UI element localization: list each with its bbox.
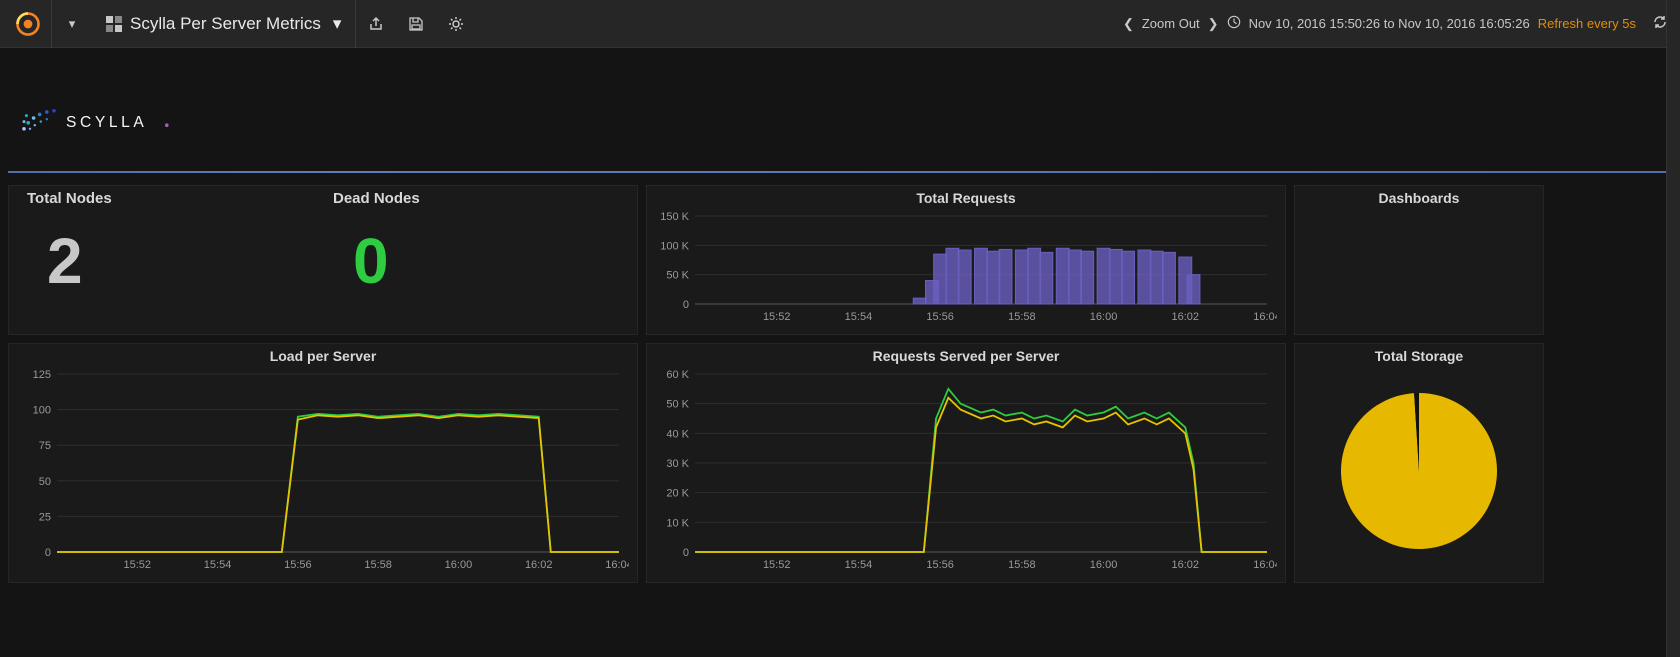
panel-title: Total Requests [655,190,1277,206]
svg-text:16:04: 16:04 [605,559,629,571]
svg-text:15:56: 15:56 [926,311,954,323]
panel-title: Requests Served per Server [655,348,1277,364]
svg-text:15:52: 15:52 [763,559,791,571]
svg-text:50: 50 [39,476,51,488]
svg-text:20 K: 20 K [666,488,689,500]
grafana-logo-button[interactable] [4,0,52,48]
scylla-logo: SCYLLA [12,80,192,150]
dashboard-title: Scylla Per Server Metrics [130,14,321,34]
svg-text:15:52: 15:52 [124,559,152,571]
vertical-scrollbar[interactable] [1666,0,1680,657]
dashboard-picker[interactable]: Scylla Per Server Metrics ▾ [92,0,356,48]
dashboard-body: SCYLLA Total Nodes 2 Dead Nodes 0 Total … [0,48,1680,599]
svg-text:30 K: 30 K [666,458,689,470]
svg-text:50 K: 50 K [666,399,689,411]
svg-text:16:04: 16:04 [1253,311,1277,323]
svg-text:25: 25 [39,511,51,523]
panel-title: Dashboards [1303,190,1535,206]
svg-text:15:54: 15:54 [845,311,873,323]
panel-load-per-server[interactable]: Load per Server 0 25 50 75 100 125 15:52 15:54 1… [8,343,638,583]
requests-served-chart[interactable]: 0 10 K 20 K 30 K 40 K 50 K 60 K 15:52 15:54 15:56… [655,368,1277,574]
save-icon [408,16,424,32]
svg-text:16:04: 16:04 [1253,559,1277,571]
refresh-interval-picker[interactable]: Refresh every 5s [1538,16,1636,31]
divider [8,171,1672,173]
zoom-out-button[interactable]: Zoom Out [1142,16,1200,31]
svg-text:100 K: 100 K [660,240,689,252]
time-forward-button[interactable]: ❯ [1208,16,1219,32]
svg-text:0: 0 [683,299,689,311]
load-per-server-chart[interactable]: 0 25 50 75 100 125 15:52 15:54 15:56 15:58 16:00 16… [17,368,629,574]
svg-text:50 K: 50 K [666,270,689,282]
dead-nodes-label: Dead Nodes [333,190,420,207]
chevron-down-icon: ▾ [333,14,342,34]
svg-text:10 K: 10 K [666,517,689,529]
brand-caret[interactable]: ▾ [52,0,92,48]
svg-text:125: 125 [33,369,51,381]
time-range-picker[interactable]: Nov 10, 2016 15:50:26 to Nov 10, 2016 16… [1249,16,1530,31]
panel-total-requests[interactable]: Total Requests 0 50 K 100 K 150 K 15:52 15:54… [646,185,1286,335]
svg-text:40 K: 40 K [666,428,689,440]
svg-text:150 K: 150 K [660,211,689,223]
svg-text:16:02: 16:02 [1172,311,1200,323]
panel-title: Total Storage [1303,348,1535,364]
svg-text:15:58: 15:58 [1008,559,1036,571]
svg-text:16:00: 16:00 [1090,311,1118,323]
svg-text:100: 100 [33,405,51,417]
svg-text:15:54: 15:54 [845,559,873,571]
svg-text:16:02: 16:02 [525,559,553,571]
share-icon [368,16,384,32]
svg-text:75: 75 [39,440,51,452]
dashboard-icon [106,16,122,32]
dead-nodes-value: 0 [353,229,389,293]
svg-text:0: 0 [683,547,689,559]
total-requests-chart[interactable]: 0 50 K 100 K 150 K 15:52 15:54 15:56 15:58 16:00… [655,210,1277,326]
panel-total-storage[interactable]: Total Storage [1294,343,1544,583]
gear-icon [448,16,464,32]
svg-text:15:56: 15:56 [926,559,954,571]
total-storage-pie[interactable] [1334,386,1504,556]
time-back-button[interactable]: ❮ [1123,16,1134,32]
total-nodes-value: 2 [47,229,83,293]
top-nav: ▾ Scylla Per Server Metrics ▾ ❮ Zoom Out… [0,0,1680,48]
panel-requests-served[interactable]: Requests Served per Server 0 10 K 20 K 30 K… [646,343,1286,583]
scylla-logo-row: SCYLLA [8,56,1672,167]
save-button[interactable] [396,0,436,48]
panel-node-stats: Total Nodes 2 Dead Nodes 0 [8,185,638,335]
svg-text:60 K: 60 K [666,369,689,381]
clock-icon [1227,15,1241,32]
share-button[interactable] [356,0,396,48]
svg-text:15:56: 15:56 [284,559,312,571]
svg-text:16:00: 16:00 [1090,559,1118,571]
svg-text:16:02: 16:02 [1172,559,1200,571]
settings-button[interactable] [436,0,476,48]
svg-text:15:52: 15:52 [763,311,791,323]
panel-title: Load per Server [17,348,629,364]
total-nodes-label: Total Nodes [27,190,112,207]
grafana-icon [14,10,42,38]
svg-text:15:58: 15:58 [364,559,392,571]
svg-text:16:00: 16:00 [445,559,473,571]
svg-text:15:54: 15:54 [204,559,232,571]
svg-text:15:58: 15:58 [1008,311,1036,323]
svg-text:0: 0 [45,547,51,559]
svg-text:SCYLLA: SCYLLA [66,114,147,131]
panel-dashboards[interactable]: Dashboards [1294,185,1544,335]
